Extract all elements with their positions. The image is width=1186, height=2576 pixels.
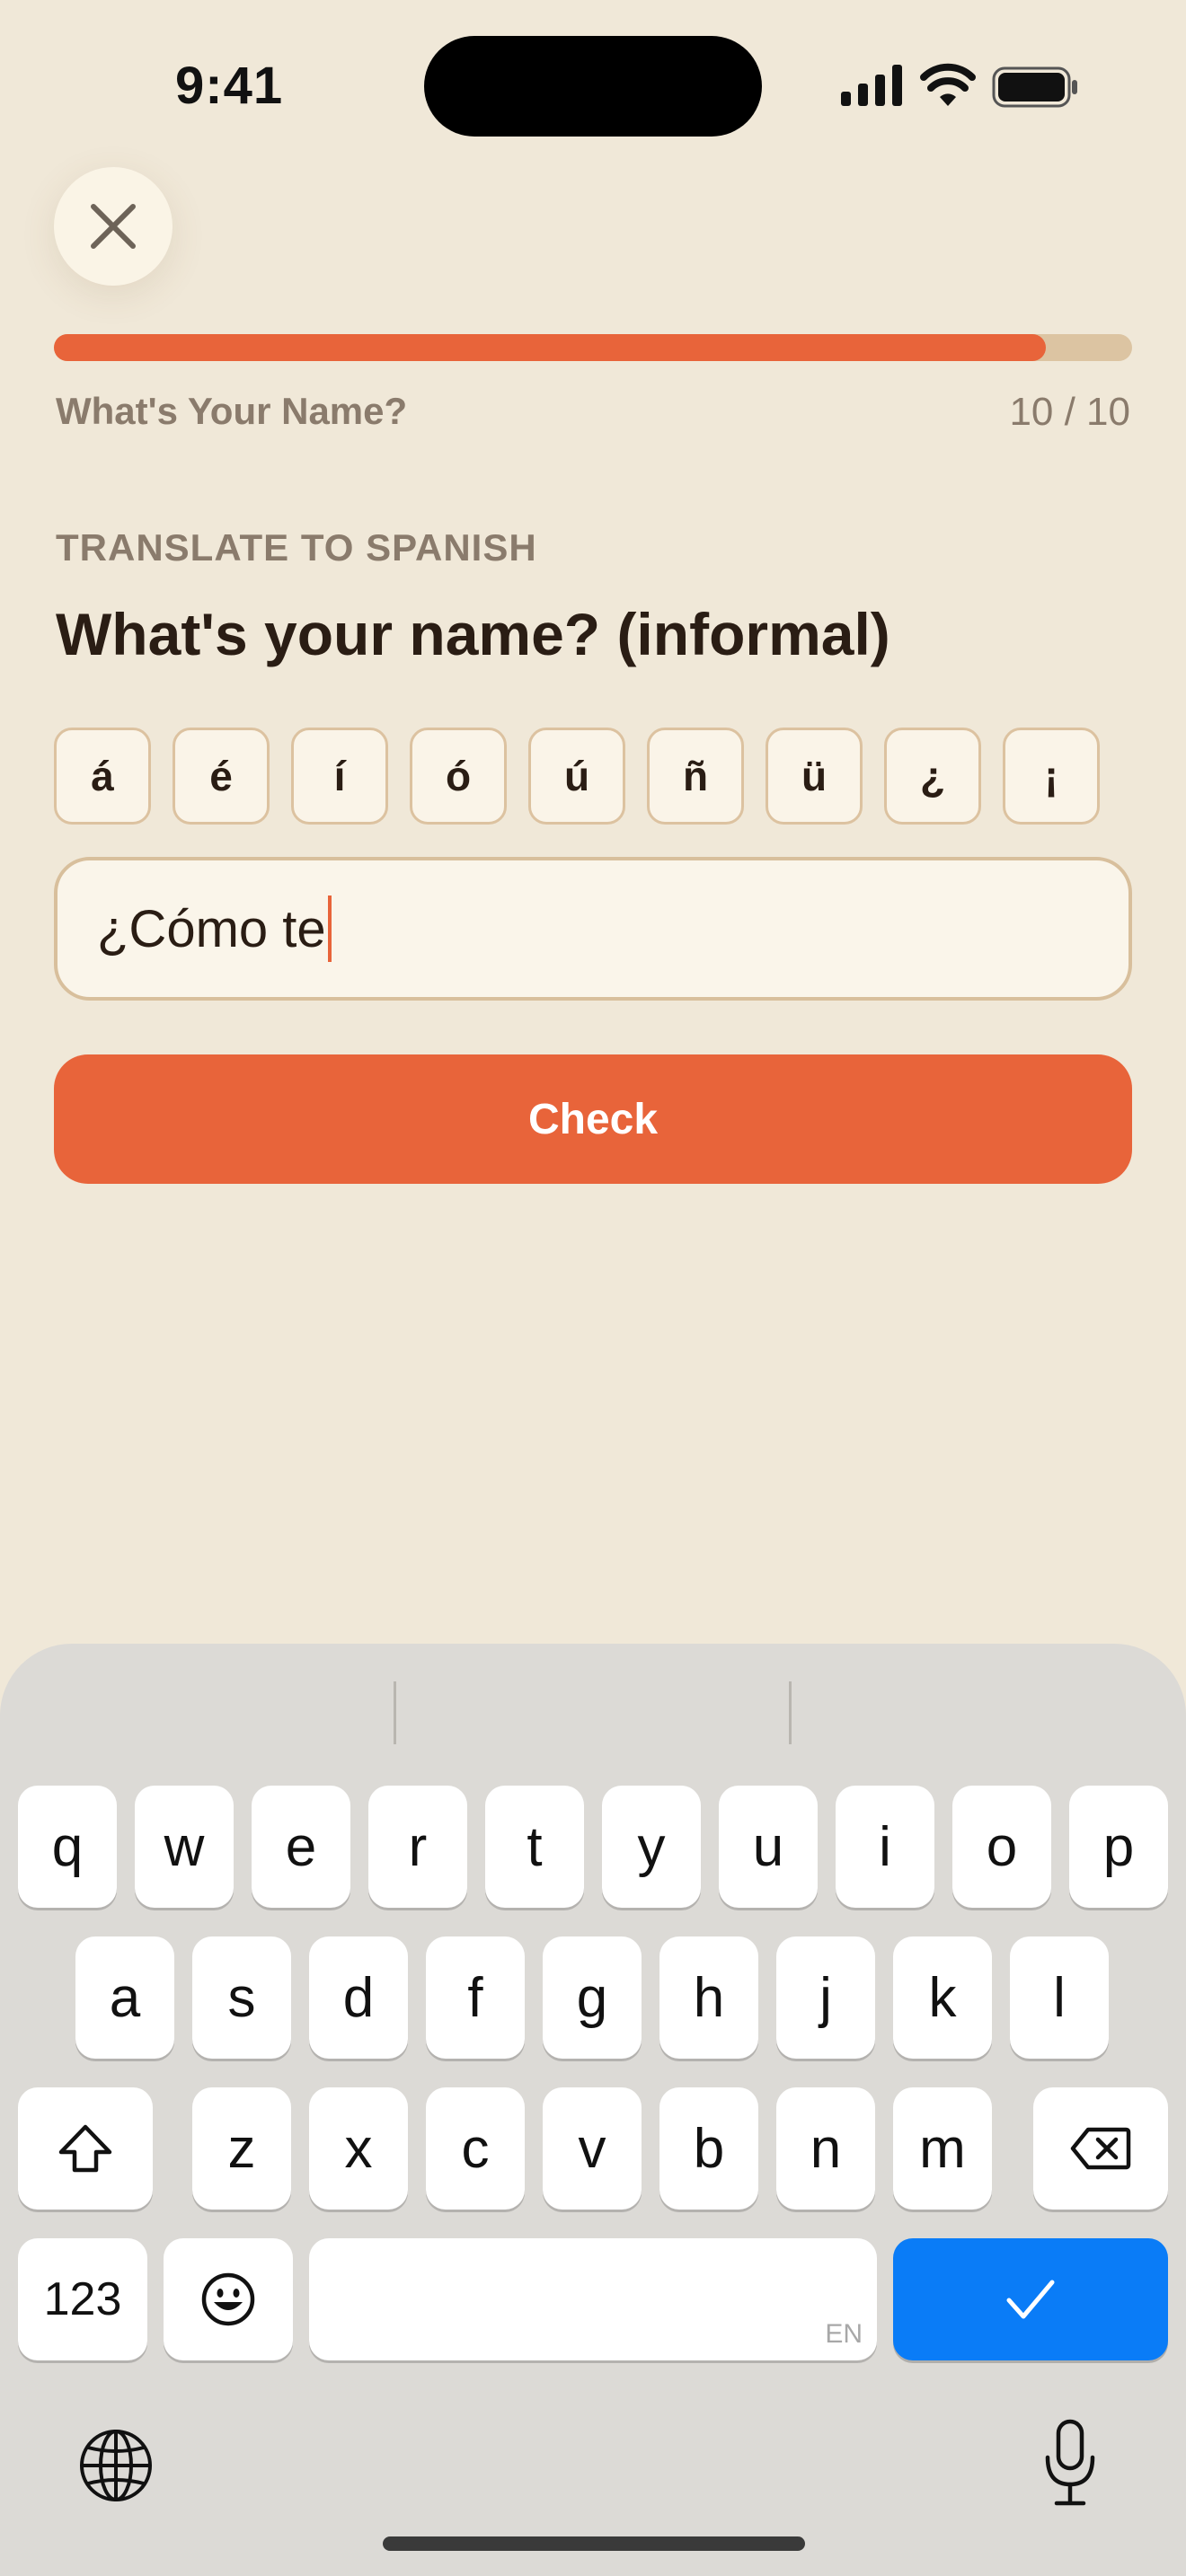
key-u[interactable]: u [719,1786,818,1908]
check-button[interactable]: Check [54,1054,1132,1184]
key-x[interactable]: x [309,2087,408,2210]
cellular-signal-icon [841,65,902,106]
dynamic-island [424,36,762,137]
microphone-icon[interactable] [1042,2418,1098,2508]
emoji-icon [201,2272,255,2326]
key-w[interactable]: w [135,1786,234,1908]
backspace-icon [1070,2127,1131,2170]
accent-key-inverted-exclamation[interactable]: ¡ [1003,728,1100,825]
text-caret [327,895,332,962]
key-q[interactable]: q [18,1786,117,1908]
lesson-title: What's Your Name? [56,390,408,432]
globe-icon[interactable] [75,2425,156,2506]
accent-key-row: á é í ó ú ñ ü ¿ ¡ [54,728,1132,826]
key-h[interactable]: h [659,1936,758,2059]
key-j[interactable]: j [776,1936,875,2059]
key-i[interactable]: i [836,1786,934,1908]
key-o[interactable]: o [952,1786,1051,1908]
key-e[interactable]: e [252,1786,350,1908]
key-t[interactable]: t [485,1786,584,1908]
key-d[interactable]: d [309,1936,408,2059]
key-f[interactable]: f [426,1936,525,2059]
suggestion-divider [394,1681,396,1744]
space-key[interactable]: EN [309,2238,877,2360]
accent-key-inverted-question[interactable]: ¿ [884,728,981,825]
accent-key-i[interactable]: í [291,728,388,825]
accent-key-o[interactable]: ó [410,728,507,825]
key-r[interactable]: r [368,1786,467,1908]
home-indicator[interactable] [383,2536,805,2551]
status-time: 9:41 [175,57,284,115]
delete-key[interactable] [1033,2087,1168,2210]
close-button[interactable] [54,167,173,286]
key-g[interactable]: g [543,1936,642,2059]
key-s[interactable]: s [192,1936,291,2059]
lesson-progress-count: 10 / 10 [1009,390,1130,434]
key-y[interactable]: y [602,1786,701,1908]
suggestion-divider [789,1681,792,1744]
keyboard-language-label: EN [825,2319,863,2349]
numbers-key[interactable]: 123 [18,2238,147,2360]
exercise-instruction: TRANSLATE TO SPANISH [56,526,537,569]
wifi-icon [920,63,976,106]
accent-key-n-tilde[interactable]: ñ [647,728,744,825]
checkmark-icon [1006,2280,1055,2319]
key-p[interactable]: p [1069,1786,1168,1908]
key-n[interactable]: n [776,2087,875,2210]
shift-key[interactable] [18,2087,153,2210]
battery-icon [992,66,1077,108]
key-b[interactable]: b [659,2087,758,2210]
status-bar: 9:41 [0,0,1186,171]
onscreen-keyboard: q w e r t y u i o p a s d f g h j k l z … [0,1644,1186,2576]
answer-text: ¿Cómo te [97,899,326,958]
accent-key-u[interactable]: ú [528,728,625,825]
shift-icon [58,2124,112,2173]
key-m[interactable]: m [893,2087,992,2210]
emoji-key[interactable] [164,2238,293,2360]
done-key[interactable] [893,2238,1168,2360]
exercise-prompt: What's your name? (informal) [56,601,890,667]
key-k[interactable]: k [893,1936,992,2059]
progress-fill [54,334,1046,361]
key-a[interactable]: a [75,1936,174,2059]
accent-key-u-umlaut[interactable]: ü [766,728,863,825]
key-v[interactable]: v [543,2087,642,2210]
key-c[interactable]: c [426,2087,525,2210]
accent-key-e[interactable]: é [173,728,270,825]
answer-input[interactable]: ¿Cómo te [54,857,1132,1001]
accent-key-a[interactable]: á [54,728,151,825]
key-z[interactable]: z [192,2087,291,2210]
lesson-progress-bar [54,334,1132,361]
key-l[interactable]: l [1010,1936,1109,2059]
close-icon [91,204,136,249]
